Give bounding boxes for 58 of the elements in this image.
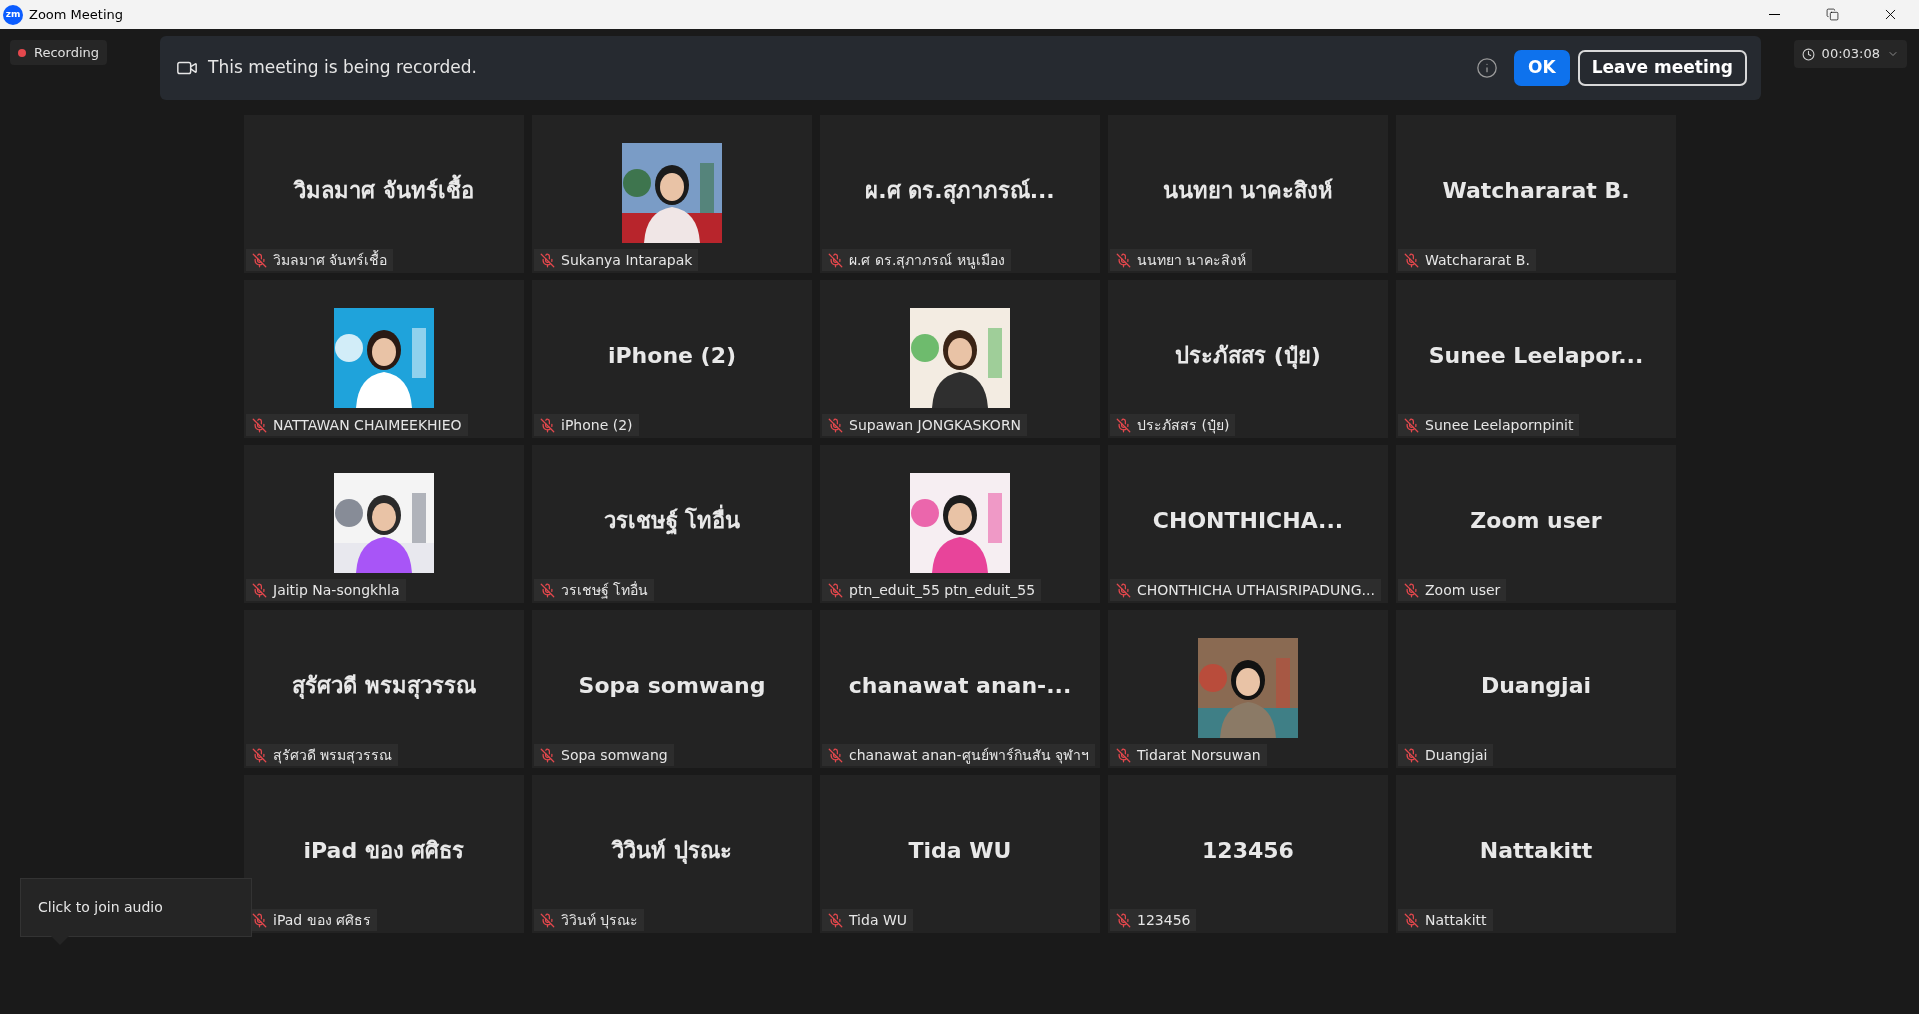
participant-caption: NATTAWAN CHAIMEEKHIEO: [273, 415, 462, 435]
info-icon[interactable]: [1476, 57, 1498, 79]
participant-caption: วิวินท์ ปุรณะ: [561, 910, 639, 931]
participant-name: Sunee Leelapor...: [1428, 341, 1644, 370]
participant-caption: Sukanya Intarapak: [561, 250, 693, 270]
restore-icon: [1825, 8, 1839, 21]
participant-caption: 123456: [1137, 910, 1191, 930]
participant-caption: Jaitip Na-songkhla: [273, 580, 400, 600]
participant-caption: สุรัศวดี พรมสุวรรณ: [273, 745, 393, 766]
participant-name: Nattakitt: [1479, 836, 1593, 865]
participant-name: chanawat anan-...: [848, 671, 1072, 700]
participant-caption: Duangjai: [1425, 745, 1488, 765]
participant-name: วิวินท์ ปุรณะ: [612, 836, 732, 866]
participant-name: นนทยา นาคะสิงห์: [1162, 176, 1334, 205]
recording-indicator[interactable]: Recording: [10, 40, 108, 65]
participant-caption: Supawan JONGKASKORN: [849, 415, 1022, 435]
participant-caption: Zoom user: [1425, 580, 1501, 600]
participant-name: Duangjai: [1480, 671, 1592, 700]
ok-button[interactable]: OK: [1514, 50, 1570, 86]
participant-caption: นนทยา นาคะสิงห์: [1137, 250, 1247, 270]
participant-caption: chanawat anan-ศูนย์พาร์กินสัน จุฬาฯ: [849, 745, 1089, 766]
meeting-timer[interactable]: 00:03:08: [1793, 40, 1907, 68]
participant-name: iPhone (2): [607, 341, 737, 370]
participant-caption: iPad ของ ศศิธร: [273, 910, 372, 930]
clock-icon: [1801, 47, 1815, 61]
tooltip-text: Click to join audio: [38, 898, 163, 917]
participant-caption: วรเชษฐ์ โทอื่น: [561, 580, 649, 601]
participant-caption: Nattakitt: [1425, 910, 1487, 930]
participant-caption: Sunee Leelapornpinit: [1425, 415, 1574, 435]
participant-caption: CHONTHICHA UTHAISRIPADUNG...: [1137, 580, 1375, 600]
participant-caption: Watchararat B.: [1425, 250, 1530, 270]
participant-caption: ผ.ศ ดร.สุภาภรณ์ หนูเมือง: [849, 250, 1005, 271]
participant-caption: วิมลมาศ จันทร์เชื้อ: [273, 249, 388, 270]
leave-meeting-button[interactable]: Leave meeting: [1577, 50, 1747, 86]
participant-name: สุรัศวดี พรมสุวรรณ: [292, 671, 476, 701]
window-title: Zoom Meeting: [29, 5, 124, 24]
participant-name: Zoom user: [1470, 506, 1602, 535]
app-logo: zm: [3, 4, 23, 25]
participant-name: วรเชษฐ์ โทอื่น: [603, 503, 741, 537]
participant-name: ประภัสสร (ปุ๋ย): [1175, 341, 1321, 371]
participant-caption: Tidarat Norsuwan: [1137, 745, 1261, 765]
participant-name: วิมลมาศ จันทร์เชื้อ: [294, 173, 474, 207]
participant-caption: ประภัสสร (ปุ๋ย): [1137, 415, 1230, 436]
participant-name: 123456: [1202, 836, 1294, 865]
participant-name: CHONTHICHA...: [1152, 506, 1344, 535]
participant-name: ผ.ศ ดร.สุภาภรณ์...: [865, 176, 1055, 206]
participant-name: Tida WU: [908, 836, 1012, 865]
participant-caption: iPhone (2): [561, 415, 633, 435]
participant-caption: ptn_eduit_55 ptn_eduit_55: [849, 580, 1036, 600]
participant-name: iPad ของ ศศิธร: [303, 836, 465, 865]
recording-label: Recording: [34, 43, 100, 62]
minimize-icon: [1768, 14, 1780, 15]
participant-name: Watchararat B.: [1442, 176, 1630, 205]
participant-name: Sopa somwang: [578, 671, 766, 700]
participant-caption: Sopa somwang: [561, 745, 668, 765]
timer-value: 00:03:08: [1821, 45, 1880, 64]
banner-message: This meeting is being recorded.: [208, 56, 477, 80]
participant-caption: Tida WU: [849, 910, 908, 930]
